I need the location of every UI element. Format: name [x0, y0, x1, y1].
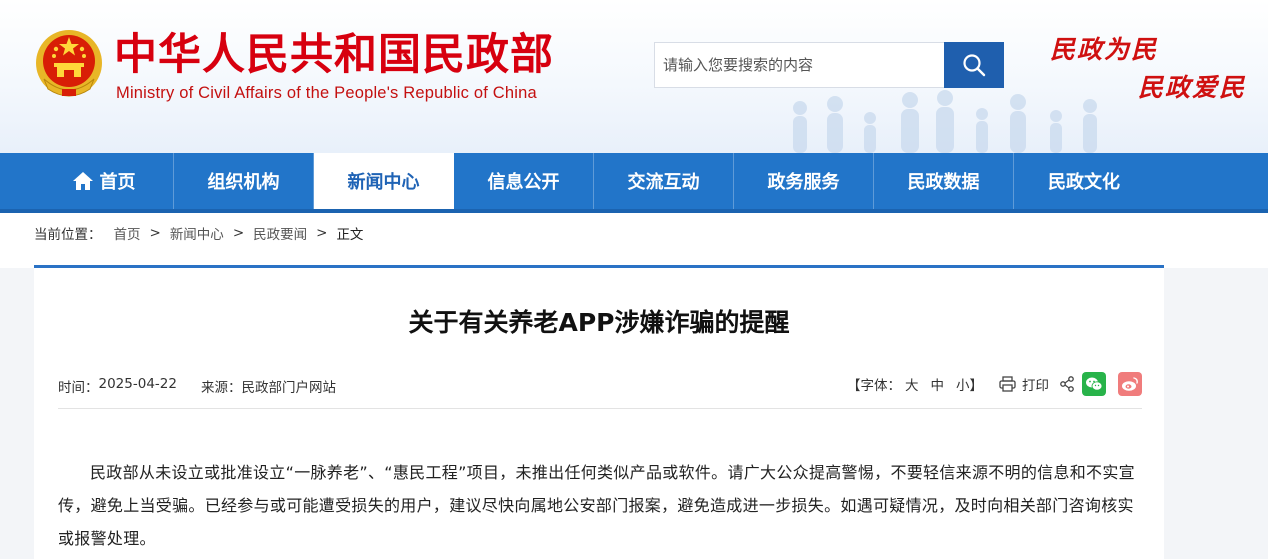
article-body: 民政部从未设立或批准设立“一脉养老”、“惠民工程”项目，未推出任何类似产品或软件…: [58, 463, 1135, 548]
breadcrumb-ministry-news[interactable]: 民政要闻: [253, 223, 307, 243]
nav-item-label: 组织机构: [207, 172, 280, 193]
nav-item-organization[interactable]: 组织机构: [174, 153, 314, 209]
breadcrumb-separator: >: [316, 225, 328, 241]
search-input[interactable]: [654, 42, 944, 88]
source-label: 来源：: [200, 380, 242, 396]
page-side-background: [1164, 268, 1268, 559]
site-header: 中华人民共和国民政部 Ministry of Civil Affairs of …: [0, 0, 1268, 153]
site-subtitle-en: Ministry of Civil Affairs of the People'…: [116, 84, 537, 102]
wechat-icon: [1086, 377, 1103, 391]
home-icon: [72, 171, 94, 191]
print-button[interactable]: 打印: [999, 374, 1049, 394]
slogan-line-1: 民政为民: [1050, 35, 1159, 64]
nav-item-label: 交流互动: [627, 172, 700, 193]
printer-icon: [999, 376, 1016, 392]
breadcrumb-separator: >: [149, 225, 161, 241]
slogan-line-2: 民政爱民: [1138, 73, 1247, 102]
font-size-close-bracket: 】: [969, 378, 984, 394]
font-size-medium-button[interactable]: 中: [931, 374, 945, 394]
site-title: 中华人民共和国民政部: [114, 30, 554, 80]
nav-item-news-center[interactable]: 新闻中心: [314, 153, 454, 209]
nav-item-label: 民政文化: [1048, 172, 1120, 193]
source-name: 民政部门户网站: [241, 380, 336, 396]
nav-item-home[interactable]: 首页: [34, 153, 174, 209]
publish-time-label: 时间：: [58, 380, 99, 396]
nav-item-label: 民政数据: [907, 172, 980, 193]
content-top-rule: [34, 265, 1164, 268]
nav-item-interaction[interactable]: 交流互动: [594, 153, 734, 209]
font-size-label: 【字体：: [847, 378, 901, 394]
weibo-icon: [1122, 377, 1138, 391]
search-icon: [963, 54, 986, 77]
breadcrumb-prefix: 当前位置：: [34, 227, 102, 243]
breadcrumb-separator: >: [232, 225, 245, 241]
print-label: 打印: [1022, 378, 1049, 394]
publish-time: 2025-04-22: [98, 376, 177, 392]
page-side-background: [0, 268, 34, 559]
nav-item-services[interactable]: 政务服务: [734, 153, 874, 209]
breadcrumb-news-center[interactable]: 新闻中心: [170, 223, 224, 243]
nav-item-culture[interactable]: 民政文化: [1014, 153, 1154, 209]
article-meta: 时间： 2025-04-22 来源： 民政部门户网站 【字体： 大 中 小 】 …: [58, 372, 1142, 398]
nav-item-label: 信息公开: [487, 172, 560, 193]
nav-item-info-disclosure[interactable]: 信息公开: [454, 153, 594, 209]
font-size-large-button[interactable]: 大: [905, 374, 919, 394]
nav-item-label: 新闻中心: [347, 172, 420, 193]
breadcrumb: 当前位置： 首页 > 新闻中心 > 民政要闻 > 正文: [34, 223, 363, 243]
wechat-share-button[interactable]: [1082, 372, 1106, 396]
national-emblem-icon: [36, 30, 102, 97]
search-box: [654, 42, 1004, 88]
breadcrumb-home[interactable]: 首页: [114, 223, 141, 243]
font-size-control: 【字体： 大 中 小 】: [847, 374, 983, 394]
search-button[interactable]: [944, 42, 1004, 88]
meta-divider: [58, 408, 1142, 409]
nav-item-label: 政务服务: [767, 172, 840, 193]
weibo-share-button[interactable]: [1118, 372, 1142, 396]
family-silhouette-decoration: [793, 90, 1097, 153]
nav-item-label: 首页: [99, 172, 136, 193]
font-size-small-button[interactable]: 小: [956, 374, 970, 394]
breadcrumb-current: 正文: [336, 227, 364, 243]
main-nav: 首页 组织机构 新闻中心 信息公开 交流互动 政务服务 民政数据 民政文化: [0, 153, 1268, 213]
share-icon[interactable]: [1059, 376, 1075, 392]
article-title: 关于有关养老APP涉嫌诈骗的提醒: [408, 308, 790, 337]
nav-item-data[interactable]: 民政数据: [874, 153, 1014, 209]
